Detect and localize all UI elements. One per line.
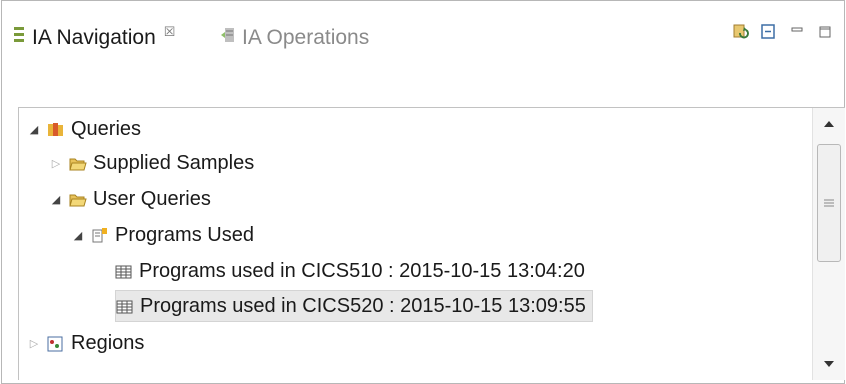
sync-icon[interactable]	[732, 23, 750, 41]
expanded-arrow-icon[interactable]: ◢	[71, 229, 85, 242]
close-icon[interactable]: ☒	[164, 24, 176, 40]
table-icon	[115, 263, 133, 279]
books-icon	[47, 121, 65, 137]
tree-item-label: Regions	[71, 331, 145, 354]
expanded-arrow-icon[interactable]: ◢	[49, 193, 63, 206]
tree-item-label: User Queries	[93, 187, 211, 210]
view-toolbar	[732, 23, 834, 41]
tree-item-label: Programs used in CICS510 : 2015-10-15 13…	[139, 259, 585, 282]
tree-item-regions[interactable]: ▷ Regions	[27, 328, 145, 358]
ia-navigation-view: IA Navigation ☒ IA Operations ◢ Queries …	[1, 0, 845, 384]
collapse-all-icon[interactable]	[760, 23, 778, 41]
arrow-down-icon	[824, 361, 834, 367]
open-folder-icon	[69, 191, 87, 207]
expanded-arrow-icon[interactable]: ◢	[27, 123, 41, 136]
tree-item-query-result[interactable]: Programs used in CICS510 : 2015-10-15 13…	[115, 256, 585, 286]
arrow-up-icon	[824, 121, 834, 127]
tab-ia-navigation-label: IA Navigation	[32, 26, 156, 49]
scroll-down-button[interactable]	[813, 348, 845, 380]
open-folder-icon	[69, 155, 87, 171]
table-icon	[116, 298, 134, 314]
operations-icon	[220, 25, 236, 51]
regions-icon	[47, 335, 65, 352]
view-tab-bar: IA Navigation ☒ IA Operations	[2, 1, 844, 63]
scrollbar-thumb[interactable]	[817, 144, 841, 262]
minimize-icon[interactable]	[788, 23, 806, 41]
tab-ia-operations-label: IA Operations	[242, 26, 370, 49]
navigation-list-icon	[12, 25, 26, 51]
tree-item-label: Programs used in CICS520 : 2015-10-15 13…	[140, 294, 586, 317]
scroll-up-button[interactable]	[813, 108, 845, 140]
tree-item-user-queries[interactable]: ◢ User Queries	[49, 184, 211, 214]
grip-icon	[824, 199, 834, 207]
tree-item-programs-used[interactable]: ◢ Programs Used	[71, 220, 254, 250]
maximize-icon[interactable]	[816, 23, 834, 41]
tree-item-query-result-selected[interactable]: Programs used in CICS520 : 2015-10-15 13…	[115, 290, 593, 322]
collapsed-arrow-icon[interactable]: ▷	[27, 337, 41, 350]
vertical-scrollbar[interactable]	[812, 108, 845, 380]
query-tree[interactable]: ◢ Queries ▷ Supplied Samples ◢ User Quer…	[18, 107, 845, 380]
tab-ia-navigation[interactable]: IA Navigation ☒	[12, 23, 175, 53]
tree-item-supplied-samples[interactable]: ▷ Supplied Samples	[49, 148, 254, 178]
tree-item-label: Supplied Samples	[93, 151, 255, 174]
tree-item-label: Queries	[71, 117, 142, 140]
collapsed-arrow-icon[interactable]: ▷	[49, 157, 63, 170]
tree-item-queries[interactable]: ◢ Queries	[27, 114, 141, 144]
tree-item-label: Programs Used	[115, 223, 254, 246]
tab-ia-operations[interactable]: IA Operations	[220, 23, 369, 53]
query-icon	[91, 227, 109, 243]
